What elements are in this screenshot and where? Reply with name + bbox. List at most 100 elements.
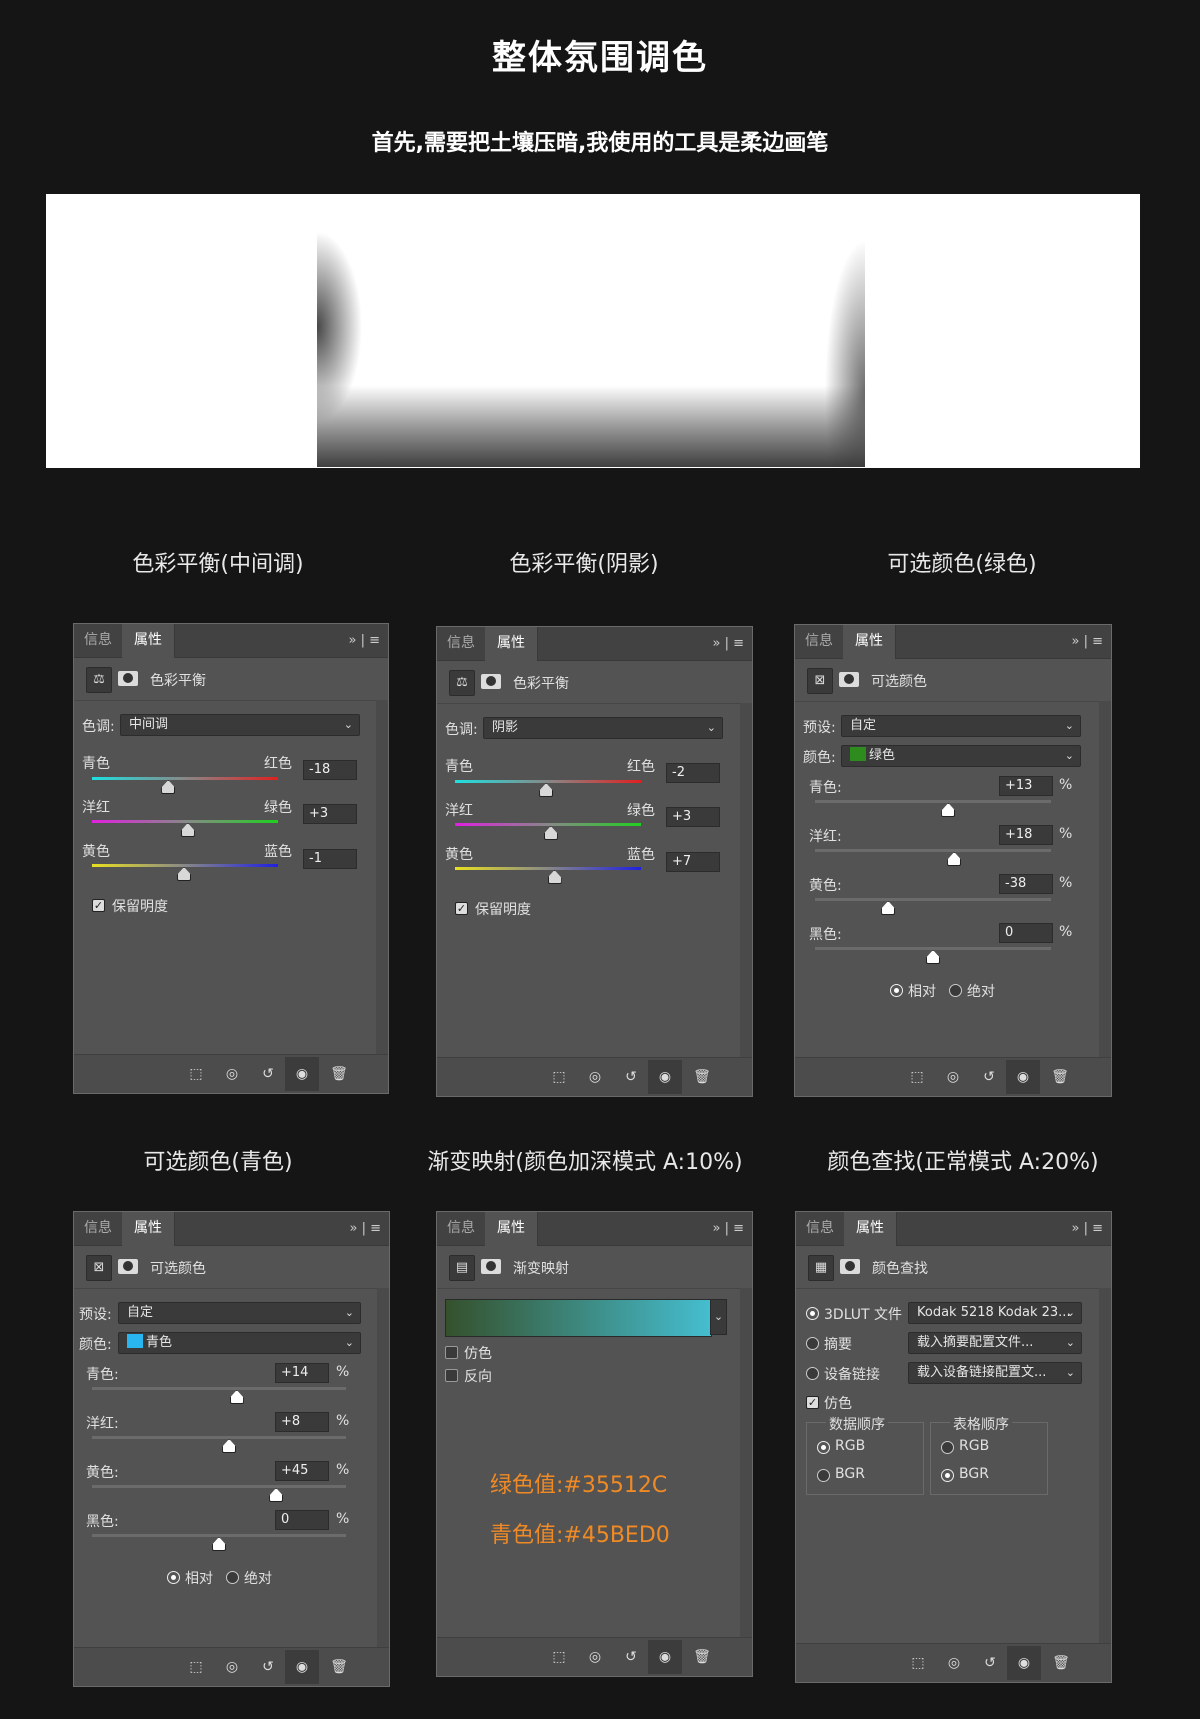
cyan-red-slider-track[interactable] [455,780,641,783]
clip-to-layer-icon[interactable]: ⬚ [186,1657,206,1677]
magenta-green-slider-track[interactable] [92,820,278,823]
layer-mask-icon[interactable] [118,671,138,686]
gradient-dropdown-chevron-icon[interactable]: ⌄ [710,1299,727,1335]
device-link-select[interactable]: 载入设备链接配置文... ⌄ [908,1362,1082,1384]
table-order-rgb-radio[interactable] [941,1441,954,1454]
clip-to-layer-icon[interactable]: ⬚ [907,1067,927,1087]
eye-icon[interactable]: ◉ [292,1064,312,1084]
yellow-value-input[interactable]: +45 [275,1461,329,1481]
tab-properties[interactable]: 属性 [485,627,538,661]
cyan-slider-track[interactable] [92,1387,346,1390]
abstract-radio[interactable] [806,1337,819,1350]
yellow-blue-slider-track[interactable] [455,867,641,870]
data-order-rgb-radio[interactable] [817,1441,830,1454]
clip-to-layer-icon[interactable]: ⬚ [549,1647,569,1667]
trash-icon[interactable]: 🗑 [1051,1653,1071,1673]
reset-icon[interactable]: ↺ [979,1067,999,1087]
tab-properties[interactable]: 属性 [122,1212,175,1246]
tab-info[interactable]: 信息 [437,627,485,660]
gradient-preview-bar[interactable] [445,1299,712,1337]
magenta-green-value-input[interactable]: +3 [666,807,720,827]
tab-properties[interactable]: 属性 [122,624,175,658]
panel-menu-icon[interactable]: » | ≡ [713,627,745,660]
tab-properties[interactable]: 属性 [485,1212,538,1246]
yellow-blue-slider-track[interactable] [92,864,278,867]
eye-icon[interactable]: ◉ [1013,1067,1033,1087]
eye-icon[interactable]: ◉ [655,1647,675,1667]
layer-mask-icon[interactable] [481,1259,501,1274]
scrollbar[interactable] [377,1288,389,1648]
yellow-slider-track[interactable] [92,1485,346,1488]
tab-info[interactable]: 信息 [437,1212,485,1245]
cyan-value-input[interactable]: +14 [275,1363,329,1383]
yellow-value-input[interactable]: -38 [999,874,1053,894]
black-value-input[interactable]: 0 [275,1510,329,1530]
yellow-blue-value-input[interactable]: -1 [303,849,357,869]
yellow-slider-track[interactable] [815,898,1051,901]
view-previous-state-icon[interactable]: ◎ [222,1064,242,1084]
view-previous-state-icon[interactable]: ◎ [944,1653,964,1673]
eye-icon[interactable]: ◉ [292,1657,312,1677]
reset-icon[interactable]: ↺ [258,1657,278,1677]
tab-info[interactable]: 信息 [795,625,843,658]
magenta-green-slider-track[interactable] [455,823,641,826]
cyan-slider-track[interactable] [815,800,1051,803]
yellow-blue-value-input[interactable]: +7 [666,852,720,872]
panel-menu-icon[interactable]: » | ≡ [1072,1212,1104,1245]
layer-mask-icon[interactable] [481,674,501,689]
magenta-slider-track[interactable] [815,849,1051,852]
eye-icon[interactable]: ◉ [655,1067,675,1087]
reset-icon[interactable]: ↺ [258,1064,278,1084]
eye-icon[interactable]: ◉ [1014,1653,1034,1673]
panel-menu-icon[interactable]: » | ≡ [350,1212,382,1245]
3dlut-file-select[interactable]: Kodak 5218 Kodak 23... ⌄ [908,1302,1082,1324]
black-value-input[interactable]: 0 [999,923,1053,943]
tab-properties[interactable]: 属性 [843,625,896,659]
scrollbar[interactable] [740,1288,752,1638]
panel-menu-icon[interactable]: » | ≡ [1072,625,1104,658]
magenta-value-input[interactable]: +8 [275,1412,329,1432]
cyan-red-slider-track[interactable] [92,777,278,780]
relative-radio[interactable] [890,984,903,997]
magenta-slider-track[interactable] [92,1436,346,1439]
absolute-radio[interactable] [949,984,962,997]
tab-properties[interactable]: 属性 [844,1212,897,1246]
table-order-bgr-radio[interactable] [941,1469,954,1482]
trash-icon[interactable]: 🗑 [329,1064,349,1084]
clip-to-layer-icon[interactable]: ⬚ [908,1653,928,1673]
preserve-luminosity-checkbox[interactable]: ✓ [455,902,468,915]
panel-menu-icon[interactable]: » | ≡ [349,624,381,657]
tab-info[interactable]: 信息 [74,1212,122,1245]
absolute-radio[interactable] [226,1571,239,1584]
data-order-bgr-radio[interactable] [817,1469,830,1482]
preset-select[interactable]: 自定 ⌄ [841,715,1081,737]
magenta-value-input[interactable]: +18 [999,825,1053,845]
tone-select[interactable]: 中间调 ⌄ [120,714,360,736]
reverse-checkbox[interactable] [445,1369,458,1382]
device-link-radio[interactable] [806,1367,819,1380]
tone-select[interactable]: 阴影 ⌄ [483,717,723,739]
view-previous-state-icon[interactable]: ◎ [585,1647,605,1667]
view-previous-state-icon[interactable]: ◎ [585,1067,605,1087]
preserve-luminosity-checkbox[interactable]: ✓ [92,899,105,912]
cyan-red-value-input[interactable]: -18 [303,760,357,780]
scrollbar[interactable] [1099,1288,1111,1644]
tab-info[interactable]: 信息 [796,1212,844,1245]
cyan-value-input[interactable]: +13 [999,776,1053,796]
abstract-select[interactable]: 载入摘要配置文件... ⌄ [908,1332,1082,1354]
magenta-green-value-input[interactable]: +3 [303,804,357,824]
trash-icon[interactable]: 🗑 [329,1657,349,1677]
trash-icon[interactable]: 🗑 [692,1647,712,1667]
tab-info[interactable]: 信息 [74,624,122,657]
black-slider-track[interactable] [92,1534,346,1537]
black-slider-track[interactable] [815,947,1051,950]
trash-icon[interactable]: 🗑 [692,1067,712,1087]
layer-mask-icon[interactable] [840,1259,860,1274]
preset-select[interactable]: 自定 ⌄ [118,1302,361,1324]
trash-icon[interactable]: 🗑 [1050,1067,1070,1087]
cyan-red-value-input[interactable]: -2 [666,763,720,783]
clip-to-layer-icon[interactable]: ⬚ [186,1064,206,1084]
reset-icon[interactable]: ↺ [980,1653,1000,1673]
relative-radio[interactable] [167,1571,180,1584]
scrollbar[interactable] [740,703,752,1058]
